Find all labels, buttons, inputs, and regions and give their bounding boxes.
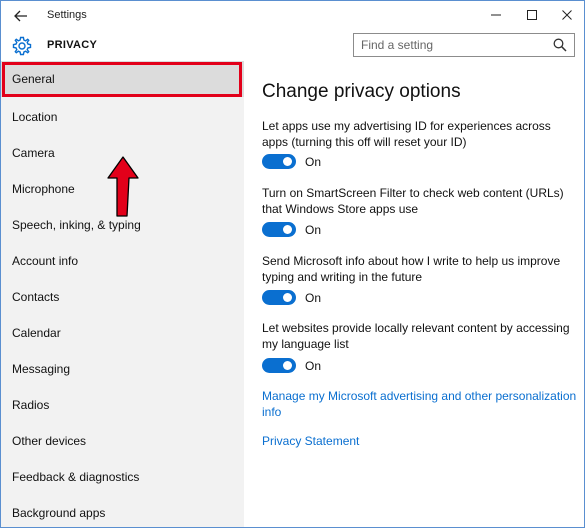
toggle-knob <box>283 225 292 234</box>
search-input[interactable] <box>361 37 541 53</box>
typing-info-description: Send Microsoft info about how I write to… <box>262 254 561 284</box>
minimize-button[interactable] <box>481 4 511 26</box>
sidebar-item-location[interactable]: Location <box>1 99 244 135</box>
sidebar-item-background-apps[interactable]: Background apps <box>1 495 244 527</box>
sidebar-item-label: Camera <box>12 146 55 160</box>
sidebar-item-messaging[interactable]: Messaging <box>1 351 244 387</box>
sidebar-item-feedback-diagnostics[interactable]: Feedback & diagnostics <box>1 459 244 495</box>
smartscreen-toggle-label: On <box>305 223 322 237</box>
maximize-icon <box>527 10 537 20</box>
minimize-icon <box>491 14 501 16</box>
language-list-toggle-label: On <box>305 359 322 373</box>
sidebar-item-label: Other devices <box>12 434 87 448</box>
sidebar-item-label: Feedback & diagnostics <box>12 470 140 484</box>
sidebar-item-label: Account info <box>12 254 79 268</box>
sidebar: General Location Camera Microphone Speec… <box>1 61 244 527</box>
sidebar-item-general[interactable]: General <box>1 61 244 97</box>
language-list-toggle[interactable] <box>262 358 296 373</box>
sidebar-item-label: Location <box>12 110 58 124</box>
toggle-knob <box>283 361 292 370</box>
sidebar-item-label: Calendar <box>12 326 61 340</box>
typing-info-toggle[interactable] <box>262 290 296 305</box>
smartscreen-description: Turn on SmartScreen Filter to check web … <box>262 186 564 216</box>
sidebar-item-other-devices[interactable]: Other devices <box>1 423 244 459</box>
close-icon <box>562 10 572 20</box>
search-icon[interactable] <box>553 38 567 52</box>
sidebar-item-radios[interactable]: Radios <box>1 387 244 423</box>
typing-info-toggle-label: On <box>305 291 322 305</box>
advertising-id-description: Let apps use my advertising ID for exper… <box>262 119 551 149</box>
annotation-arrow-icon <box>107 156 139 217</box>
privacy-statement-link[interactable]: Privacy Statement <box>262 433 577 449</box>
sidebar-item-label: Radios <box>12 398 50 412</box>
settings-window: Settings PRIVACY Find a setting General … <box>0 0 585 528</box>
sidebar-item-account-info[interactable]: Account info <box>1 243 244 279</box>
back-arrow-icon <box>14 10 27 22</box>
language-list-description: Let websites provide locally relevant co… <box>262 321 570 351</box>
sidebar-item-label: Background apps <box>12 506 106 520</box>
advertising-id-toggle-label: On <box>305 155 322 169</box>
back-button[interactable] <box>9 5 33 27</box>
maximize-button[interactable] <box>517 4 547 26</box>
toggle-knob <box>283 293 292 302</box>
manage-advertising-link[interactable]: Manage my Microsoft advertising and othe… <box>262 388 577 420</box>
window-title: Settings <box>47 9 87 21</box>
gear-icon <box>12 36 32 56</box>
section-title: Change privacy options <box>262 81 461 102</box>
sidebar-item-label: General <box>12 72 55 86</box>
search-box[interactable] <box>353 33 575 57</box>
title-bar: Settings <box>1 1 584 31</box>
sidebar-item-label: Speech, inking, & typing <box>12 218 141 232</box>
advertising-id-toggle[interactable] <box>262 154 296 169</box>
sidebar-item-label: Messaging <box>12 362 71 376</box>
toggle-knob <box>283 157 292 166</box>
sidebar-item-label: Contacts <box>12 290 60 304</box>
page-header: PRIVACY <box>1 31 584 61</box>
page-title: PRIVACY <box>47 39 98 51</box>
sidebar-item-label: Microphone <box>12 182 75 196</box>
close-button[interactable] <box>552 4 582 26</box>
main-content: Change privacy options Let apps use my a… <box>244 61 584 527</box>
smartscreen-toggle[interactable] <box>262 222 296 237</box>
sidebar-item-calendar[interactable]: Calendar <box>1 315 244 351</box>
sidebar-item-contacts[interactable]: Contacts <box>1 279 244 315</box>
